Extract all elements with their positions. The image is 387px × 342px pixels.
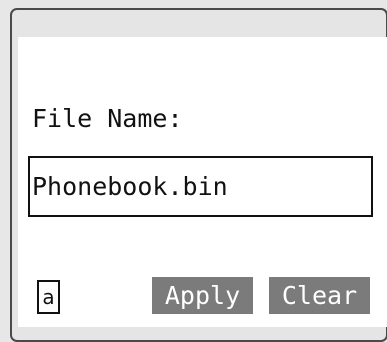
file-name-field[interactable]: Phonebook.bin [28,156,373,217]
apply-button[interactable]: Apply [152,277,253,314]
file-name-label: File Name: [32,104,183,133]
input-mode-indicator[interactable]: a [37,280,60,314]
device-screen: File Name: Phonebook.bin a Apply Clear [0,0,387,342]
clear-button[interactable]: Clear [269,277,370,314]
dialog-panel: File Name: Phonebook.bin a Apply Clear [18,37,387,327]
